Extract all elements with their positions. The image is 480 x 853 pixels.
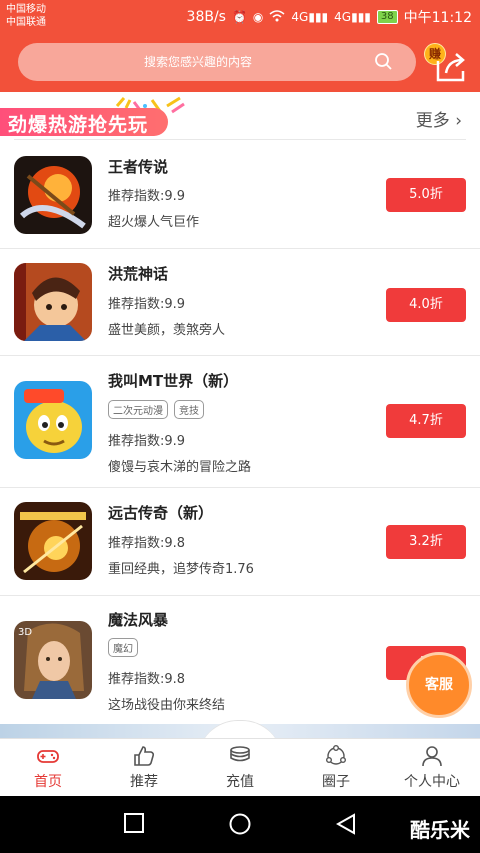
system-nav-bar: 酷乐米 bbox=[0, 796, 480, 853]
list-item[interactable]: 远古传奇（新） 推荐指数:9.8 重回经典，追梦传奇1.76 3.2折 bbox=[0, 487, 480, 596]
game-list: 王者传说 推荐指数:9.9 超火爆人气巨作 5.0折 洪荒神话 推荐指数:9.9… bbox=[0, 139, 480, 726]
wifi-icon bbox=[269, 9, 285, 25]
nav-label: 首页 bbox=[34, 774, 62, 790]
game-name: 魔法风暴 bbox=[108, 611, 169, 629]
network-speed: 38B/s bbox=[186, 9, 226, 25]
more-label: 更多 bbox=[415, 111, 450, 131]
game-tag: 竞技 bbox=[174, 400, 204, 419]
game-score: 推荐指数:9.8 bbox=[108, 672, 186, 687]
alarm-icon: ⏰ bbox=[231, 10, 247, 24]
nav-item-profile[interactable]: 个人中心 bbox=[384, 739, 480, 796]
game-score: 推荐指数:9.9 bbox=[108, 297, 186, 312]
nav-label: 充值 bbox=[226, 774, 254, 790]
recent-apps-icon[interactable] bbox=[124, 813, 144, 833]
game-name: 王者传说 bbox=[108, 158, 169, 176]
customer-service-label: 客服 bbox=[425, 677, 453, 693]
list-item[interactable]: 王者传说 推荐指数:9.9 超火爆人气巨作 5.0折 bbox=[0, 139, 480, 249]
svg-text:3D: 3D bbox=[18, 627, 32, 638]
nav-item-recommend[interactable]: 推荐 bbox=[96, 739, 192, 796]
section-title: 劲爆热游抢先玩 bbox=[8, 114, 149, 136]
search-bar[interactable]: 搜索您感兴趣的内容 bbox=[18, 43, 416, 81]
game-icon-honghuang bbox=[14, 263, 92, 341]
game-tag: 魔幻 bbox=[108, 638, 138, 657]
signal-icon: 4G▮▮▮ bbox=[291, 10, 329, 24]
share-circle-icon bbox=[326, 745, 347, 765]
game-icon-mofa: 3D bbox=[14, 621, 92, 699]
bottom-nav: 首页 推荐 充值 圈子 个人中心 bbox=[0, 738, 480, 796]
share-icon bbox=[436, 53, 465, 82]
discount-button[interactable]: 3.2折 bbox=[386, 525, 466, 559]
signal-icon-2: 4G▮▮▮ bbox=[334, 10, 371, 24]
watermark-logo: 酷乐米 bbox=[410, 818, 470, 842]
game-icon-wangzhe bbox=[14, 156, 92, 234]
discount-button[interactable]: 5.0折 bbox=[386, 178, 466, 212]
nav-item-circle[interactable]: 圈子 bbox=[288, 739, 384, 796]
status-indicators: 38B/s ⏰ ◉ 4G▮▮▮ 4G▮▮▮ 38 中午11:12 bbox=[187, 7, 472, 27]
game-score: 推荐指数:9.8 bbox=[108, 536, 186, 551]
game-description: 超火爆人气巨作 bbox=[108, 215, 200, 230]
game-description: 盛世美颜，羡煞旁人 bbox=[108, 323, 226, 338]
nav-item-home[interactable]: 首页 bbox=[0, 739, 96, 796]
game-tag: 二次元动漫 bbox=[108, 400, 168, 419]
home-icon[interactable] bbox=[229, 813, 251, 835]
nav-item-recharge[interactable]: 充值 bbox=[192, 739, 288, 796]
nav-label: 圈子 bbox=[322, 774, 350, 790]
carrier-primary: 中国移动 bbox=[6, 4, 46, 15]
thumbs-up-icon bbox=[134, 746, 155, 766]
game-icon-yuangu bbox=[14, 502, 92, 580]
chevron-right-icon: › bbox=[455, 111, 462, 131]
back-icon[interactable] bbox=[336, 813, 356, 835]
game-name: 我叫MT世界（新） bbox=[108, 372, 239, 390]
customer-service-button[interactable]: 客服 bbox=[406, 652, 472, 718]
list-item[interactable]: 我叫MT世界（新） 二次元动漫 竞技 推荐指数:9.9 傻馒与哀木涕的冒险之路 … bbox=[0, 355, 480, 488]
game-name: 远古传奇（新） bbox=[108, 504, 214, 522]
discount-button[interactable]: 4.0折 bbox=[386, 288, 466, 322]
game-description: 傻馒与哀木涕的冒险之路 bbox=[108, 460, 252, 475]
carrier-secondary: 中国联通 bbox=[6, 17, 46, 28]
game-icon-mt bbox=[14, 381, 92, 459]
game-score: 推荐指数:9.9 bbox=[108, 434, 186, 449]
game-description: 重回经典，追梦传奇1.76 bbox=[108, 562, 254, 577]
section-header: 劲爆热游抢先玩 更多 › bbox=[0, 92, 480, 140]
eye-icon: ◉ bbox=[252, 10, 264, 24]
nav-label: 个人中心 bbox=[404, 774, 460, 790]
header: 搜索您感兴趣的内容 赚 bbox=[0, 34, 480, 92]
user-icon bbox=[422, 746, 442, 767]
more-link[interactable]: 更多 › bbox=[416, 106, 462, 131]
list-item[interactable]: 洪荒神话 推荐指数:9.9 盛世美颜，羡煞旁人 4.0折 bbox=[0, 248, 480, 356]
nav-label: 推荐 bbox=[130, 774, 158, 790]
search-placeholder: 搜索您感兴趣的内容 bbox=[143, 55, 252, 69]
earn-share-button[interactable]: 赚 bbox=[424, 41, 474, 85]
search-icon[interactable] bbox=[374, 52, 394, 72]
list-item[interactable]: 3D 魔法风暴 魔幻 推荐指数:9.8 这场战役由你来终结 3. bbox=[0, 595, 480, 726]
game-tags: 魔幻 bbox=[108, 638, 138, 657]
carrier-info: 中国移动 中国联通 bbox=[6, 3, 46, 29]
game-name: 洪荒神话 bbox=[108, 265, 169, 283]
discount-button[interactable]: 4.7折 bbox=[386, 404, 466, 438]
coins-icon bbox=[230, 746, 250, 762]
battery-icon: 38 bbox=[376, 10, 398, 24]
game-tags: 二次元动漫 竞技 bbox=[108, 400, 204, 419]
gamepad-icon bbox=[37, 750, 59, 763]
status-bar: 中国移动 中国联通 38B/s ⏰ ◉ 4G▮▮▮ 4G▮▮▮ 38 中午11:… bbox=[0, 0, 480, 34]
clock: 中午11:12 bbox=[403, 10, 472, 26]
game-score: 推荐指数:9.9 bbox=[108, 189, 186, 204]
game-description: 这场战役由你来终结 bbox=[108, 698, 226, 713]
